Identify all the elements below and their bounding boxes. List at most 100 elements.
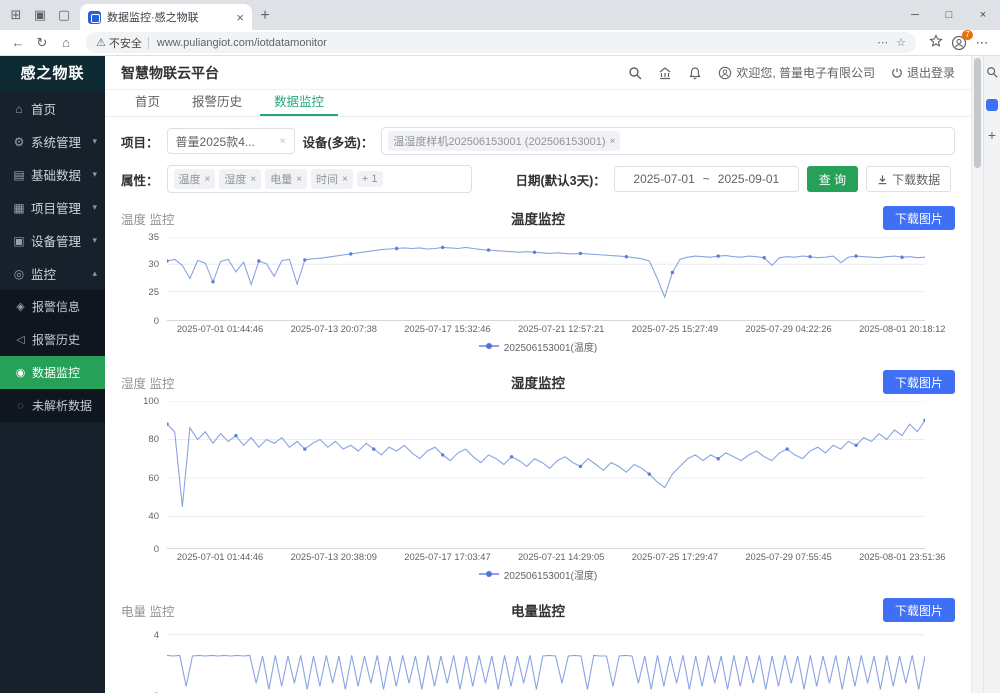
humidity-chart-body: 1008060400: [121, 401, 955, 549]
page-tools-icon[interactable]: ⋯: [877, 36, 888, 49]
rail-search-icon[interactable]: [986, 66, 998, 81]
tab-title: 数据监控·感之物联: [107, 9, 230, 25]
search-icon[interactable]: [628, 66, 642, 80]
favorites-icon[interactable]: [924, 34, 948, 51]
legend-marker-icon: [479, 345, 499, 347]
bell-icon[interactable]: [688, 66, 702, 80]
sidebar-item-home[interactable]: ⌂首页: [0, 92, 105, 125]
y-tick-label: 40: [148, 511, 159, 522]
chevron-down-icon: ▾: [92, 169, 97, 180]
tab-strip-left-icons: ⊞ ▣ ▢: [0, 0, 80, 30]
temperature-download-image-button[interactable]: 下载图片: [883, 206, 955, 230]
minimize-button[interactable]: ─: [898, 9, 932, 21]
project-select-value: 普量2025款4...: [176, 133, 255, 150]
x-tick-label: 2025-07-29 07:55:45: [745, 552, 831, 562]
alarm-info-icon: ◈: [13, 300, 28, 313]
address-bar[interactable]: ⚠ 不安全 www.puliangiot.com/iotdatamonitor …: [86, 32, 916, 53]
attribute-tag-label: 温度: [179, 171, 201, 187]
remove-tag-icon[interactable]: ×: [342, 174, 348, 185]
filter-row-attr-date: 属性： 温度×湿度×电量×时间×+ 1 日期(默认3天)： 2025-07-01…: [121, 165, 955, 193]
home-button[interactable]: ⌂: [54, 35, 78, 50]
unparsed-data-icon: ◌: [13, 400, 28, 412]
rail-app-icon[interactable]: [986, 99, 998, 111]
temperature-legend[interactable]: 202506153001(温度): [121, 337, 955, 355]
browser-menu-icon[interactable]: ⋯: [970, 35, 994, 51]
address-bar-actions: ⋯ ☆: [877, 36, 906, 49]
sidebar-item-label: 项目管理: [31, 198, 81, 217]
clear-select-icon[interactable]: ×: [280, 136, 286, 147]
notification-badge: 7: [962, 30, 973, 40]
sidebar-item-basedata[interactable]: ▤基础数据▾: [0, 158, 105, 191]
filter-panel: 项目： 普量2025款4... × 设备(多选)： 温湿度样机202506153…: [105, 117, 971, 205]
remove-tag-icon[interactable]: ×: [610, 136, 616, 147]
temperature-chart-header: 温度 监控温度监控下载图片: [121, 205, 955, 231]
sidebar-item-system[interactable]: ⚙系统管理▾: [0, 125, 105, 158]
query-button[interactable]: 查 询: [807, 166, 858, 192]
scrollbar-thumb[interactable]: [974, 58, 981, 168]
remove-tag-icon[interactable]: ×: [296, 174, 302, 185]
more-attributes-tag[interactable]: + 1: [357, 171, 383, 187]
humidity-download-image-button[interactable]: 下载图片: [883, 370, 955, 394]
chevron-down-icon: ▾: [92, 235, 97, 246]
project-select[interactable]: 普量2025款4... ×: [167, 128, 295, 154]
date-separator: ~: [703, 172, 710, 186]
window-controls: ─ □ ×: [898, 0, 1000, 30]
y-tick-label: 0: [154, 544, 159, 555]
sidebar-item-monitor[interactable]: ◎监控▴: [0, 257, 105, 290]
sidebar-item-project[interactable]: ▦项目管理▾: [0, 191, 105, 224]
device-icon: ▣: [11, 234, 27, 248]
filter-row-project-device: 项目： 普量2025款4... × 设备(多选)： 温湿度样机202506153…: [121, 127, 955, 155]
sidebar-subitem-unparsed-data[interactable]: ◌ 未解析数据: [0, 389, 105, 422]
remove-tag-icon[interactable]: ×: [205, 174, 211, 185]
y-tick-label: 35: [148, 232, 159, 243]
sidebar-subitem-alarm-info[interactable]: ◈报警信息: [0, 290, 105, 323]
home-icon: ⌂: [11, 102, 27, 116]
download-data-button[interactable]: 下载数据: [866, 166, 951, 192]
x-tick-label: 2025-07-25 15:27:49: [632, 324, 718, 334]
browser-toolbar: ← ↻ ⌂ ⚠ 不安全 www.puliangiot.com/iotdatamo…: [0, 30, 1000, 56]
humidity-legend[interactable]: 202506153001(湿度): [121, 565, 955, 583]
humidity-chart-header: 湿度 监控湿度监控下载图片: [121, 369, 955, 395]
new-tab-button[interactable]: +: [252, 4, 278, 30]
attribute-tag-label: 电量: [270, 171, 292, 187]
tab-close-icon[interactable]: ×: [236, 10, 244, 25]
battery-download-image-button[interactable]: 下载图片: [883, 598, 955, 622]
browser-tab[interactable]: 数据监控·感之物联 ×: [80, 4, 252, 30]
battery-plot-area: [167, 629, 925, 693]
profile-avatar[interactable]: 7: [948, 33, 970, 53]
charts-area: 温度 监控温度监控下载图片35302502025-07-01 01:44:462…: [105, 205, 971, 693]
organization-icon[interactable]: [658, 66, 672, 80]
legend-marker-icon: [479, 573, 499, 575]
page-tab-home[interactable]: 首页: [121, 90, 174, 116]
device-multiselect[interactable]: 温湿度样机202506153001 (202506153001)×: [381, 127, 955, 155]
x-tick-label: 2025-07-21 12:57:21: [518, 324, 604, 334]
vertical-tabs-icon[interactable]: ▢: [52, 7, 76, 23]
sidebar-subitem-data-monitor[interactable]: ◉数据监控: [0, 356, 105, 389]
workspaces-icon[interactable]: ▣: [28, 7, 52, 23]
sidebar-item-device[interactable]: ▣设备管理▾: [0, 224, 105, 257]
logout-label: 退出登录: [907, 64, 955, 81]
maximize-button[interactable]: □: [932, 9, 966, 21]
date-range-picker[interactable]: 2025-07-01 ~ 2025-09-01: [614, 166, 799, 192]
sidebar-subitem-alarm-history[interactable]: ◁报警历史: [0, 323, 105, 356]
close-window-button[interactable]: ×: [966, 9, 1000, 21]
bookmark-star-icon[interactable]: ☆: [896, 36, 906, 49]
security-warning-icon[interactable]: ⚠: [96, 36, 106, 49]
page-tab-data-monitor[interactable]: 数据监控: [260, 90, 338, 116]
remove-tag-icon[interactable]: ×: [250, 174, 256, 185]
temperature-chart-section: 温度 监控温度监控下载图片35302502025-07-01 01:44:462…: [121, 205, 955, 355]
page-tab-alarm-history[interactable]: 报警历史: [178, 90, 256, 116]
sidebar-subitem-label: 未解析数据: [32, 397, 92, 414]
sidebar-item-label: 系统管理: [31, 132, 81, 151]
rail-add-icon[interactable]: +: [988, 129, 996, 141]
back-button[interactable]: ←: [6, 35, 30, 50]
tab-actions-icon[interactable]: ⊞: [4, 7, 28, 23]
refresh-button[interactable]: ↻: [30, 35, 54, 51]
page-scrollbar[interactable]: [971, 56, 983, 693]
temperature-x-axis: 2025-07-01 01:44:462025-07-13 20:07:3820…: [167, 323, 925, 337]
attribute-tag: 电量 ×: [265, 169, 307, 189]
attribute-multiselect[interactable]: 温度×湿度×电量×时间×+ 1: [167, 165, 472, 193]
welcome-user[interactable]: 欢迎您, 普量电子有限公司: [718, 64, 875, 81]
sidebar-submenu: ◈报警信息◁报警历史◉数据监控 ◌ 未解析数据: [0, 290, 105, 422]
logout-button[interactable]: 退出登录: [891, 64, 955, 81]
